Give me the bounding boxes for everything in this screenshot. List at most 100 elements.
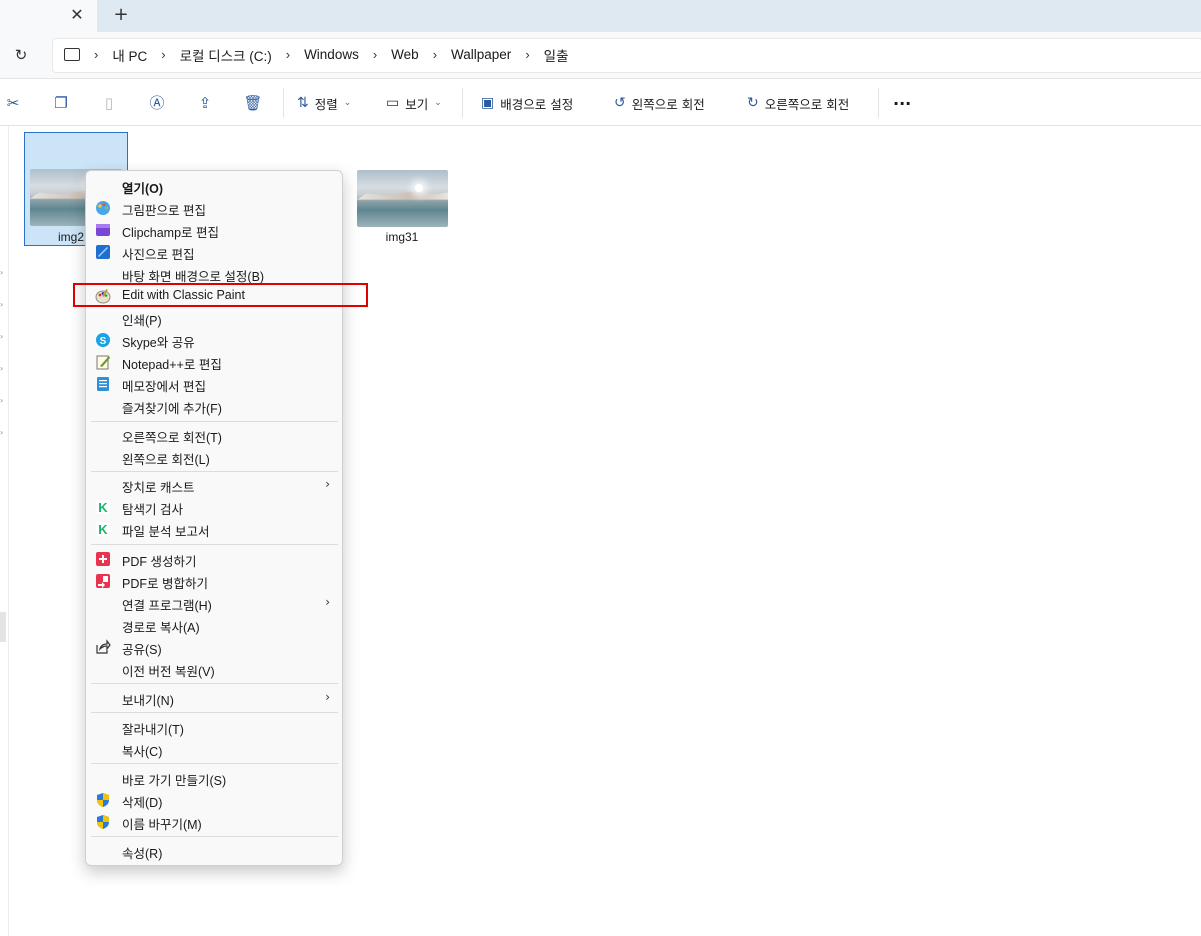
breadcrumb-item[interactable]: Web [391, 47, 419, 62]
breadcrumb-item[interactable]: Wallpaper [451, 47, 511, 62]
sort-icon: ⇅ [297, 95, 309, 111]
chevron-right-icon[interactable]: › [0, 396, 6, 405]
menu-item-cut[interactable]: 잘라내기(T) [86, 716, 342, 738]
menu-item-label: 연결 프로그램(H) [122, 599, 212, 613]
menu-item-pdf-merge[interactable]: PDF로 병합하기 [86, 570, 342, 592]
chevron-right-icon: › [325, 595, 330, 609]
menu-item-send-to[interactable]: 보내기(N) › [86, 687, 342, 709]
menu-item-label: 공유(S) [122, 643, 162, 657]
chevron-right-icon[interactable]: › [373, 47, 377, 62]
computer-icon[interactable] [64, 48, 80, 61]
menu-item-copy[interactable]: 복사(C) [86, 738, 342, 760]
chevron-right-icon[interactable]: › [0, 300, 6, 309]
breadcrumb-item[interactable]: 로컬 디스크 (C:) [180, 45, 272, 65]
menu-item-label: 열기(O) [122, 182, 164, 196]
chevron-right-icon[interactable]: › [161, 47, 165, 62]
svg-text:K: K [98, 500, 108, 515]
menu-item-delete[interactable]: 삭제(D) [86, 789, 342, 811]
refresh-icon[interactable]: ↻ [10, 44, 32, 66]
view-button[interactable]: ▭ 보기 ⌄ [386, 91, 442, 115]
menu-item-rotate-right[interactable]: 오른쪽으로 회전(T) [86, 424, 342, 446]
menu-item-pdf-create[interactable]: PDF 생성하기 [86, 548, 342, 570]
menu-item-label: 오른쪽으로 회전(T) [122, 431, 222, 445]
menu-item-kaspersky-scan[interactable]: K 탐색기 검사 [86, 496, 342, 518]
file-name[interactable]: img2 [58, 230, 84, 244]
paste-icon[interactable]: ▯ [99, 93, 119, 113]
menu-divider [91, 471, 338, 472]
menu-item-label: 메모장에서 편집 [122, 380, 206, 394]
menu-item-label: 이름 바꾸기(M) [122, 818, 202, 832]
menu-item-open-with[interactable]: 연결 프로그램(H) › [86, 592, 342, 614]
svg-text:S: S [100, 336, 107, 347]
cut-icon[interactable]: ✂ [3, 93, 23, 113]
chevron-right-icon[interactable]: › [0, 268, 6, 277]
nav-item-selected[interactable] [0, 612, 6, 642]
menu-item-open[interactable]: 열기(O) [86, 175, 342, 197]
highlight-box [73, 283, 368, 307]
breadcrumb-item[interactable]: Windows [304, 47, 359, 62]
chevron-right-icon[interactable]: › [433, 47, 437, 62]
menu-divider [91, 683, 338, 684]
menu-item-file-analysis[interactable]: K 파일 분석 보고서 [86, 518, 342, 540]
photos-icon [95, 244, 111, 260]
menu-item-add-favorites[interactable]: 즐겨찾기에 추가(F) [86, 395, 342, 417]
menu-item-cast-to-device[interactable]: 장치로 캐스트 › [86, 474, 342, 496]
menu-item-rename[interactable]: 이름 바꾸기(M) [86, 811, 342, 833]
kaspersky-icon: K [95, 499, 111, 515]
menu-item-label: 복사(C) [122, 745, 163, 759]
menu-item-notepad[interactable]: 메모장에서 편집 [86, 373, 342, 395]
menu-item-properties[interactable]: 속성(R) [86, 840, 342, 862]
menu-item-skype-share[interactable]: S Skype와 공유 [86, 329, 342, 351]
menu-item-edit-paint[interactable]: 그림판으로 편집 [86, 197, 342, 219]
menu-item-label: PDF로 병합하기 [122, 577, 208, 591]
chevron-right-icon[interactable]: › [0, 428, 6, 437]
menu-item-label: 보내기(N) [122, 694, 174, 708]
set-background-button[interactable]: ▣ 배경으로 설정 [481, 91, 573, 115]
menu-item-edit-clipchamp[interactable]: Clipchamp로 편집 [86, 219, 342, 241]
clipchamp-icon [95, 222, 111, 238]
image-icon: ▣ [481, 95, 495, 111]
file-name[interactable]: img31 [356, 230, 448, 244]
menu-item-set-desktop-bg[interactable]: 바탕 화면 배경으로 설정(B) [86, 263, 342, 285]
menu-item-label: 왼쪽으로 회전(L) [122, 453, 210, 467]
pdf-merge-icon [95, 573, 111, 589]
chevron-right-icon[interactable]: › [0, 364, 6, 373]
copy-icon[interactable]: ❐ [51, 93, 71, 113]
menu-item-label: 인쇄(P) [122, 314, 162, 328]
rename-icon[interactable]: Ⓐ [147, 93, 167, 113]
menu-item-print[interactable]: 인쇄(P) [86, 307, 342, 329]
chevron-right-icon[interactable]: › [0, 332, 6, 341]
toolbar-divider [283, 88, 284, 118]
breadcrumb-item-current[interactable]: 일출 [544, 45, 569, 65]
shield-icon [95, 792, 111, 808]
chevron-right-icon[interactable]: › [94, 47, 98, 62]
sort-button[interactable]: ⇅ 정렬 ⌄ [297, 91, 351, 115]
new-tab-button[interactable]: + [110, 4, 132, 26]
share-icon[interactable]: ⇪ [195, 93, 215, 113]
close-tab-icon[interactable]: ✕ [66, 4, 88, 26]
menu-item-rotate-left[interactable]: 왼쪽으로 회전(L) [86, 446, 342, 468]
menu-item-create-shortcut[interactable]: 바로 가기 만들기(S) [86, 767, 342, 789]
menu-item-share[interactable]: 공유(S) [86, 636, 342, 658]
image-thumbnail[interactable] [357, 170, 448, 227]
nav-pane-divider [8, 126, 9, 936]
menu-divider [91, 421, 338, 422]
set-background-label: 배경으로 설정 [500, 96, 574, 112]
menu-divider [91, 544, 338, 545]
chevron-right-icon[interactable]: › [525, 47, 529, 62]
chevron-right-icon[interactable]: › [286, 47, 290, 62]
more-options-button[interactable]: ··· [893, 91, 911, 115]
menu-item-notepadpp[interactable]: Notepad++로 편집 [86, 351, 342, 373]
share-icon [95, 639, 111, 655]
breadcrumb-item[interactable]: 내 PC [112, 45, 147, 65]
rotate-left-button[interactable]: ↺ 왼쪽으로 회전 [614, 91, 705, 115]
delete-icon[interactable]: 🗑 [243, 93, 263, 113]
view-label: 보기 [405, 96, 429, 112]
rotate-left-label: 왼쪽으로 회전 [631, 96, 705, 112]
chevron-right-icon: › [325, 477, 330, 491]
rotate-right-button[interactable]: ↻ 오른쪽으로 회전 [747, 91, 849, 115]
menu-item-copy-path[interactable]: 경로로 복사(A) [86, 614, 342, 636]
menu-item-edit-photos[interactable]: 사진으로 편집 [86, 241, 342, 263]
menu-item-restore-previous[interactable]: 이전 버전 복원(V) [86, 658, 342, 680]
paint-icon [95, 200, 111, 216]
